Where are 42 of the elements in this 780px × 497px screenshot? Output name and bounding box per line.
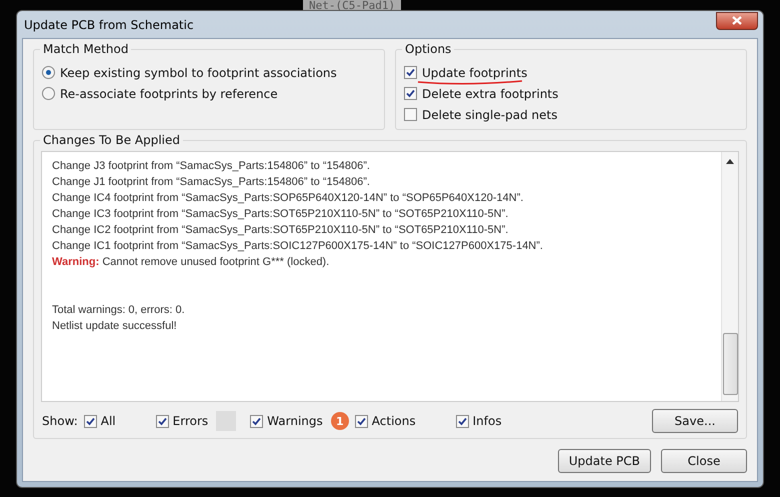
checkbox[interactable] (404, 66, 417, 79)
checkbox[interactable] (456, 414, 469, 428)
log-line: Change IC2 footprint from “SamacSys_Parts:SOT65P210X110-5N” to “SOT65P210X110-5N”. (52, 223, 510, 238)
group-title: Match Method (40, 42, 132, 56)
save-button[interactable]: Save... (652, 409, 738, 433)
checkbox[interactable] (250, 414, 264, 428)
filter-label: All (100, 414, 116, 428)
group-title: Options (402, 42, 454, 56)
dialog-button[interactable]: Update PCB (558, 449, 651, 473)
scrollbar[interactable] (721, 152, 738, 401)
checkbox-label: Delete single-pad nets (422, 108, 558, 122)
checkbox-label: Delete extra footprints (422, 86, 558, 100)
show-label: Show: (42, 414, 78, 428)
checkbox[interactable] (404, 108, 417, 121)
radio-label: Keep existing symbol to footprint associations (60, 66, 337, 80)
filter-label: Infos (472, 414, 502, 428)
log-line: Change J1 footprint from “SamacSys_Parts:154806” to “154806”. (52, 175, 371, 190)
scrollbar-thumb[interactable] (722, 333, 738, 395)
checkbox[interactable] (156, 414, 169, 428)
group-title: Changes To Be Applied (40, 133, 183, 147)
radio-button[interactable] (42, 87, 55, 100)
checkbox[interactable] (404, 87, 417, 100)
filter-label: Actions (372, 414, 416, 428)
filter-label: Warnings (267, 414, 323, 428)
count-badge: 1 (330, 412, 349, 430)
filter-label: Errors (172, 414, 208, 428)
log-line: Change IC3 footprint from “SamacSys_Parts:SOT65P210X110-5N” to “SOT65P210X110-5N”. (52, 207, 510, 222)
radio-button[interactable] (42, 66, 55, 79)
checkbox-label: Update footprints (422, 66, 528, 80)
checkbox[interactable] (84, 414, 97, 428)
close-icon[interactable] (716, 12, 758, 30)
window-title: Update PCB from Schematic (24, 18, 194, 32)
log-line: Change IC4 footprint from “SamacSys_Parts:SOP65P640X120-14N” to “SOP65P640X120-14N”. (52, 191, 524, 206)
log-line: Change IC1 footprint from “SamacSys_Parts:SOIC127P600X175-14N” to “SOIC127P600X175-14N”. (52, 239, 544, 254)
checkbox[interactable] (354, 414, 368, 428)
log-line: Change J3 footprint from “SamacSys_Parts:154806” to “154806”. (52, 159, 371, 174)
log-line: Total warnings: 0, errors: 0. (52, 303, 186, 318)
warning-line: Warning: Cannot remove unused footprint G*** (locked). (52, 255, 330, 270)
radio-label: Re-associate footprints by reference (60, 86, 278, 100)
log-line: Netlist update successful! (52, 319, 178, 334)
scroll-up-arrow-icon[interactable] (726, 158, 734, 164)
dialog-button[interactable]: Close (661, 449, 747, 473)
